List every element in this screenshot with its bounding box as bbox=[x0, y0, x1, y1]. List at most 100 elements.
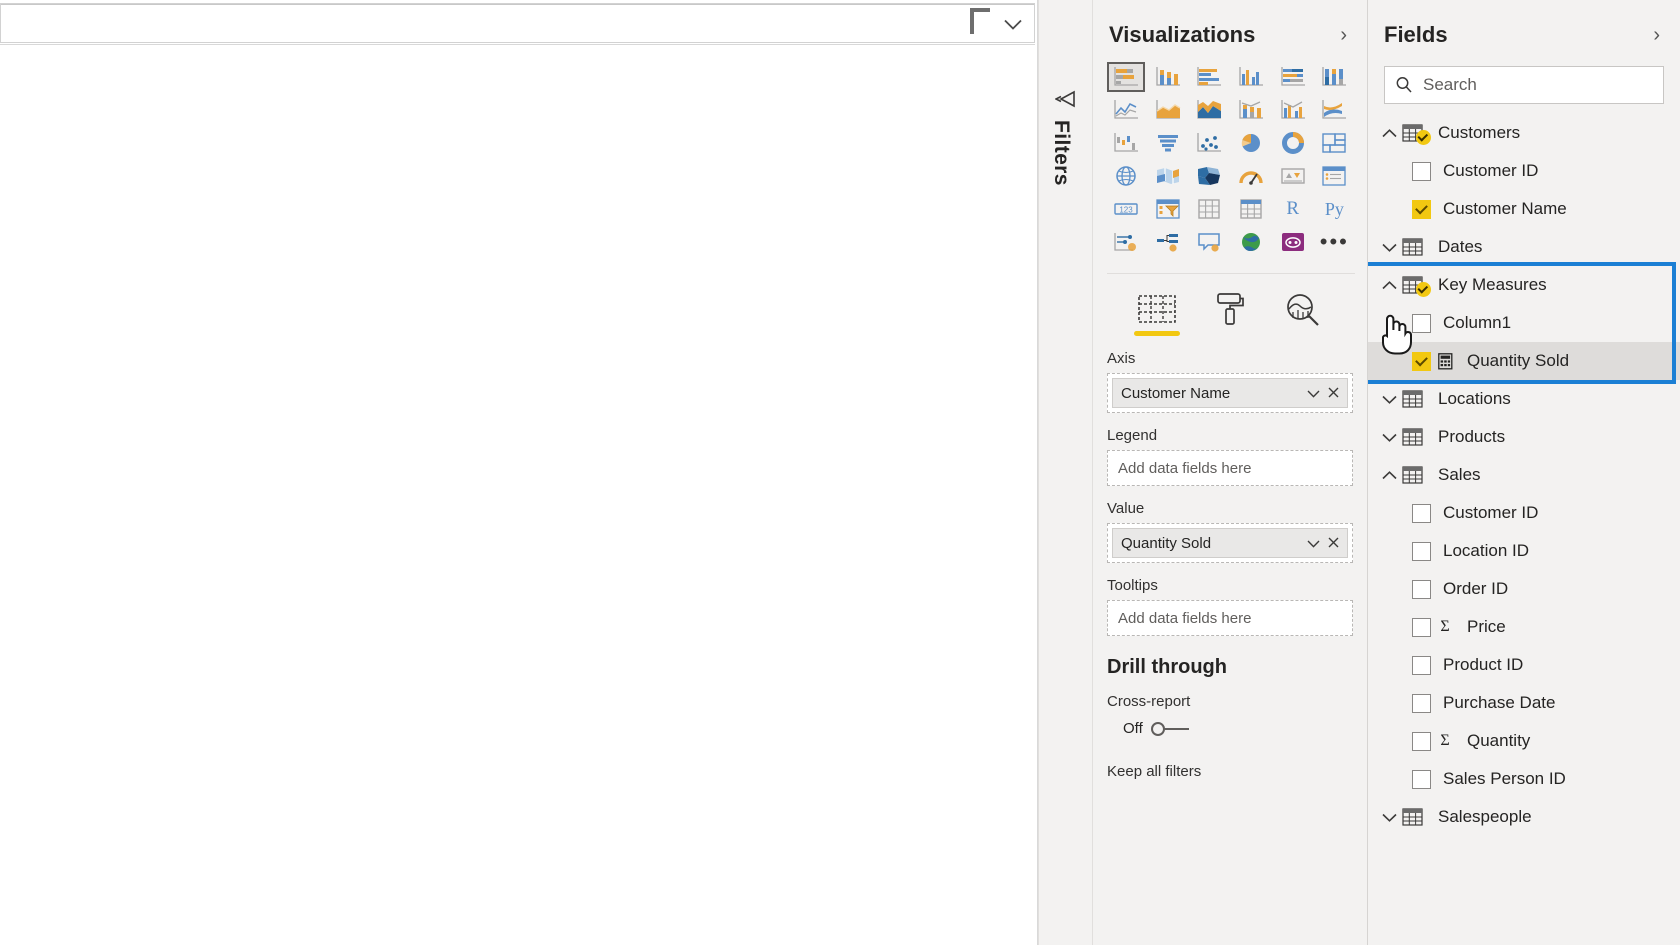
chevron-up-icon[interactable] bbox=[1376, 280, 1402, 290]
chevron-right-icon[interactable]: › bbox=[1649, 25, 1664, 45]
decomposition-tree-icon[interactable] bbox=[1149, 227, 1187, 257]
field-checkbox[interactable] bbox=[1412, 351, 1431, 371]
analytics-tab[interactable] bbox=[1275, 293, 1331, 336]
fields-table-key-measures[interactable]: Key Measures bbox=[1368, 266, 1680, 304]
fields-item-product-id[interactable]: Product ID bbox=[1368, 646, 1680, 684]
chevron-down-icon[interactable] bbox=[1376, 433, 1402, 442]
report-canvas[interactable] bbox=[0, 0, 1038, 945]
clustered-column-chart-icon[interactable] bbox=[1232, 62, 1270, 92]
python-visual-icon[interactable]: Py bbox=[1315, 194, 1353, 224]
pie-chart-icon[interactable] bbox=[1232, 128, 1270, 158]
chevron-down-icon[interactable] bbox=[1376, 395, 1402, 404]
cross-report-toggle[interactable]: Off bbox=[1093, 714, 1367, 737]
chevron-down-icon[interactable] bbox=[1376, 813, 1402, 822]
fields-table-locations[interactable]: Locations bbox=[1368, 380, 1680, 418]
field-checkbox[interactable] bbox=[1412, 731, 1431, 751]
well-dropzone-axis[interactable]: Customer Name bbox=[1107, 373, 1353, 413]
field-checkbox[interactable] bbox=[1412, 541, 1431, 561]
chevron-down-icon[interactable] bbox=[1376, 243, 1402, 252]
chevron-up-icon[interactable] bbox=[1376, 128, 1402, 138]
fields-item-quantity[interactable]: Σ Quantity bbox=[1368, 722, 1680, 760]
slicer-corner-handle-icon[interactable] bbox=[970, 8, 992, 34]
close-icon[interactable] bbox=[1323, 535, 1343, 552]
line-and-stacked-column-chart-icon[interactable] bbox=[1232, 95, 1270, 125]
stacked-area-chart-icon[interactable] bbox=[1190, 95, 1228, 125]
chevron-up-icon[interactable] bbox=[1376, 470, 1402, 480]
visualization-gallery[interactable]: 123 R Py ••• bbox=[1093, 62, 1367, 265]
card-icon[interactable] bbox=[1274, 161, 1312, 191]
arcgis-map-icon[interactable] bbox=[1232, 227, 1270, 257]
visualization-settings-tabs[interactable] bbox=[1093, 274, 1367, 336]
slicer-visual[interactable] bbox=[0, 3, 1035, 43]
kpi-icon[interactable]: 123 bbox=[1107, 194, 1145, 224]
well-dropzone-legend[interactable]: Add data fields here bbox=[1107, 450, 1353, 486]
fields-item-price[interactable]: Σ Price bbox=[1368, 608, 1680, 646]
gauge-icon[interactable] bbox=[1232, 161, 1270, 191]
power-apps-visual-icon[interactable] bbox=[1274, 227, 1312, 257]
slicer-icon[interactable] bbox=[1149, 194, 1187, 224]
shape-map-icon[interactable] bbox=[1190, 161, 1228, 191]
fields-item-customer-id[interactable]: Customer ID bbox=[1368, 494, 1680, 532]
fields-table-products[interactable]: Products bbox=[1368, 418, 1680, 456]
hundred-percent-stacked-bar-chart-icon[interactable] bbox=[1274, 62, 1312, 92]
field-checkbox[interactable] bbox=[1412, 503, 1431, 523]
fields-item-sales-person-id[interactable]: Sales Person ID bbox=[1368, 760, 1680, 798]
waterfall-chart-icon[interactable] bbox=[1107, 128, 1145, 158]
fields-tab[interactable] bbox=[1129, 293, 1185, 336]
well-dropzone-value[interactable]: Quantity Sold bbox=[1107, 523, 1353, 563]
ribbon-chart-icon[interactable] bbox=[1315, 95, 1353, 125]
stacked-column-chart-icon[interactable] bbox=[1149, 62, 1187, 92]
filter-funnel-icon[interactable] bbox=[1054, 88, 1077, 110]
fields-table-dates[interactable]: Dates bbox=[1368, 228, 1680, 266]
well-field-chip[interactable]: Customer Name bbox=[1112, 378, 1348, 408]
filters-pane-collapsed[interactable]: Filters bbox=[1038, 0, 1093, 945]
chevron-down-icon[interactable] bbox=[1002, 16, 1024, 32]
search-input[interactable]: Search bbox=[1384, 66, 1664, 104]
fields-table-customers[interactable]: Customers bbox=[1368, 114, 1680, 152]
field-checkbox[interactable] bbox=[1412, 617, 1431, 637]
chevron-right-icon[interactable]: › bbox=[1336, 25, 1351, 45]
field-checkbox[interactable] bbox=[1412, 161, 1431, 181]
hundred-percent-stacked-column-chart-icon[interactable] bbox=[1315, 62, 1353, 92]
table-icon[interactable] bbox=[1190, 194, 1228, 224]
field-checkbox[interactable] bbox=[1412, 579, 1431, 599]
fields-item-customer-name[interactable]: Customer Name bbox=[1368, 190, 1680, 228]
matrix-icon[interactable] bbox=[1232, 194, 1270, 224]
toggle-switch-icon[interactable] bbox=[1150, 721, 1189, 736]
fields-item-order-id[interactable]: Order ID bbox=[1368, 570, 1680, 608]
map-icon[interactable] bbox=[1107, 161, 1145, 191]
stacked-bar-chart-icon[interactable] bbox=[1107, 62, 1145, 92]
line-and-clustered-column-chart-icon[interactable] bbox=[1274, 95, 1312, 125]
donut-chart-icon[interactable] bbox=[1274, 128, 1312, 158]
fields-item-quantity-sold[interactable]: Quantity Sold bbox=[1368, 342, 1680, 380]
field-checkbox[interactable] bbox=[1412, 199, 1431, 219]
qna-icon[interactable] bbox=[1190, 227, 1228, 257]
treemap-icon[interactable] bbox=[1315, 128, 1353, 158]
line-chart-icon[interactable] bbox=[1107, 95, 1145, 125]
field-checkbox[interactable] bbox=[1412, 313, 1431, 333]
multi-row-card-icon[interactable] bbox=[1315, 161, 1353, 191]
fields-tree[interactable]: Customers Customer ID Customer Name Dates Ke… bbox=[1368, 104, 1680, 836]
close-icon[interactable] bbox=[1323, 385, 1343, 402]
format-tab[interactable] bbox=[1202, 291, 1258, 336]
clustered-bar-chart-icon[interactable] bbox=[1190, 62, 1228, 92]
funnel-chart-icon[interactable] bbox=[1149, 128, 1187, 158]
fields-item-location-id[interactable]: Location ID bbox=[1368, 532, 1680, 570]
field-checkbox[interactable] bbox=[1412, 769, 1431, 789]
well-field-chip[interactable]: Quantity Sold bbox=[1112, 528, 1348, 558]
chevron-down-icon[interactable] bbox=[1303, 535, 1323, 552]
fields-item-purchase-date[interactable]: Purchase Date bbox=[1368, 684, 1680, 722]
scatter-chart-icon[interactable] bbox=[1190, 128, 1228, 158]
area-chart-icon[interactable] bbox=[1149, 95, 1187, 125]
well-dropzone-tooltips[interactable]: Add data fields here bbox=[1107, 600, 1353, 636]
fields-item-column1[interactable]: Column1 bbox=[1368, 304, 1680, 342]
chevron-down-icon[interactable] bbox=[1303, 385, 1323, 402]
key-influencers-icon[interactable] bbox=[1107, 227, 1145, 257]
r-script-visual-icon[interactable]: R bbox=[1274, 194, 1312, 224]
field-checkbox[interactable] bbox=[1412, 693, 1431, 713]
more-visuals-icon[interactable]: ••• bbox=[1315, 227, 1353, 257]
fields-table-salespeople[interactable]: Salespeople bbox=[1368, 798, 1680, 836]
field-checkbox[interactable] bbox=[1412, 655, 1431, 675]
fields-table-sales[interactable]: Sales bbox=[1368, 456, 1680, 494]
fields-item-customer-id[interactable]: Customer ID bbox=[1368, 152, 1680, 190]
